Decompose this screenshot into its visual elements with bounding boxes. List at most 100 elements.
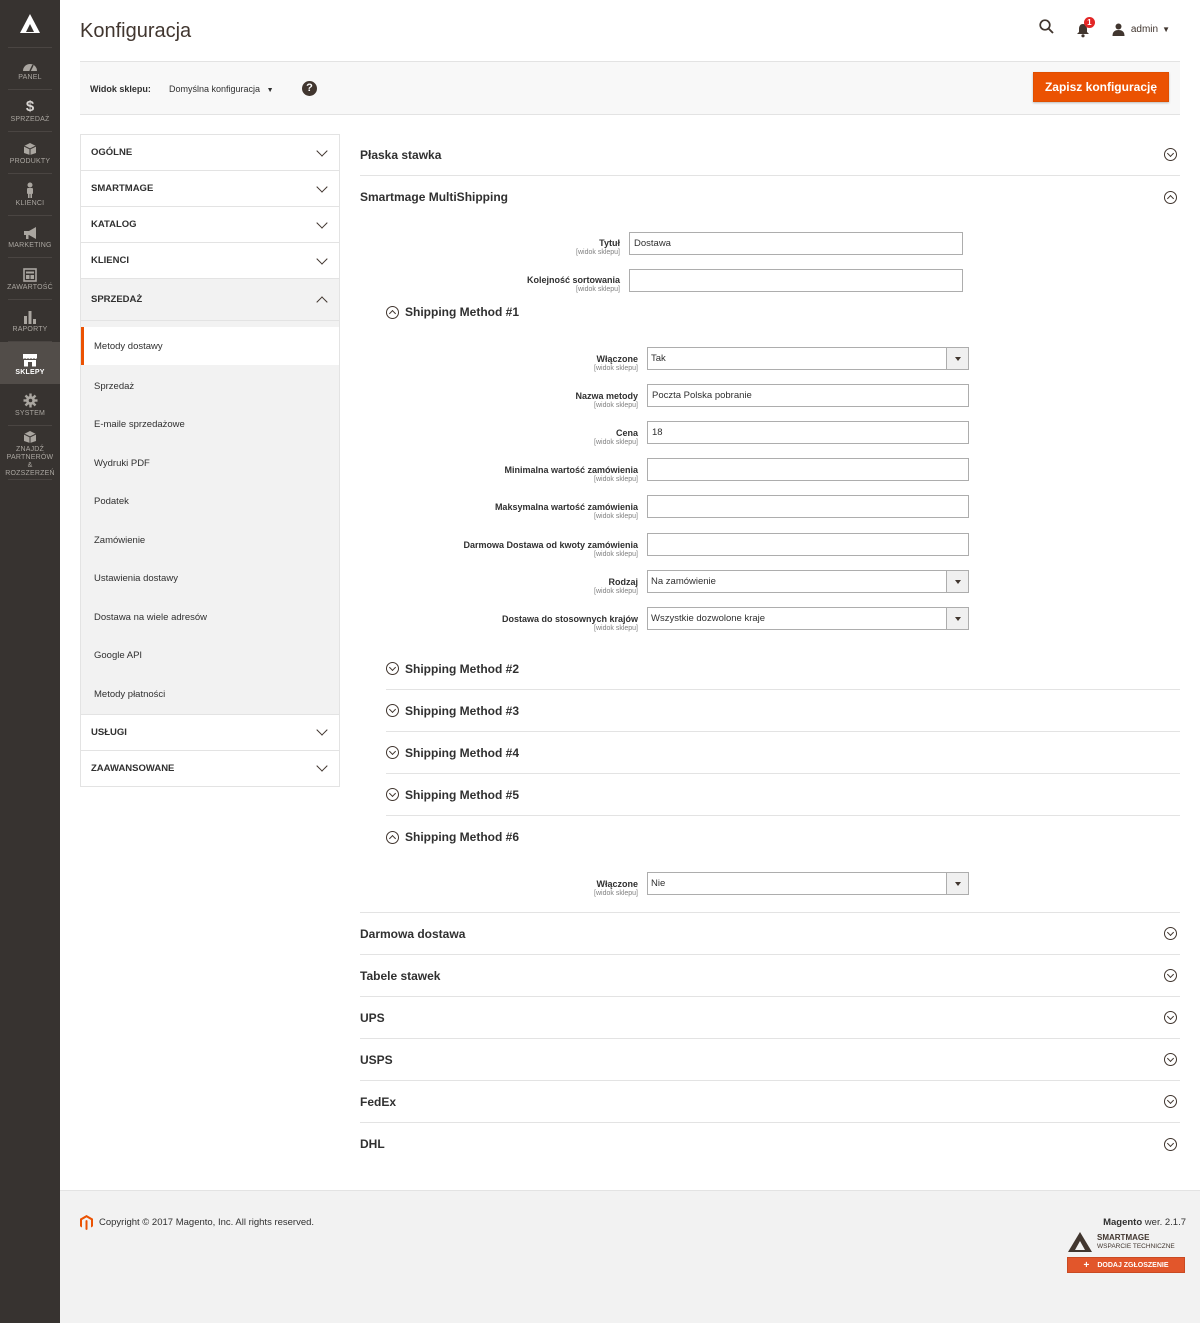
shipping-method-4-header[interactable]: Shipping Method #4 — [386, 732, 1180, 774]
add-ticket-button[interactable]: + DODAJ ZGŁOSZENIE — [1067, 1257, 1185, 1273]
help-icon[interactable]: ? — [302, 81, 317, 96]
version-text: wer. 2.1.7 — [1142, 1217, 1186, 1228]
shipping-method-6-header[interactable]: Shipping Method #6 — [386, 816, 1180, 858]
sidebar-item-stores[interactable]: SKLEPY — [0, 342, 60, 384]
tab-group-advanced[interactable]: ZAAWANSOWANE — [81, 751, 339, 787]
type-select[interactable]: Na zamówienie — [647, 570, 969, 593]
tab-group-label: KATALOG — [91, 219, 137, 230]
sidebar-item-sales[interactable]: $ SPRZEDAŻ — [8, 90, 52, 132]
expand-icon — [1164, 927, 1177, 940]
countries-select[interactable]: Wszystkie dozwolone kraje — [647, 607, 969, 630]
expand-icon — [386, 704, 399, 717]
tab-google-api[interactable]: Google API — [81, 637, 339, 676]
section-table-rates[interactable]: Tabele stawek — [360, 955, 1180, 997]
admin-user-menu[interactable]: admin ▼ — [1112, 23, 1170, 36]
max-order-input[interactable] — [647, 495, 969, 518]
sidebar-item-products[interactable]: PRODUKTY — [8, 132, 52, 174]
section-title: FedEx — [360, 1094, 397, 1109]
sidebar-item-label: SYSTEM — [15, 410, 45, 417]
tab-shipping-methods[interactable]: Metody dostawy — [81, 327, 339, 365]
version-brand: Magento — [1103, 1217, 1143, 1228]
sidebar-item-label: ZNAJDŹ PARTNERÓW & ROZSZERZEŃ — [5, 446, 55, 477]
section-fedex[interactable]: FedEx — [360, 1081, 1180, 1123]
smartmage-support: SMARTMAGE WSPARCIE TECHNICZNE + DODAJ ZG… — [1067, 1231, 1187, 1273]
label-text: Minimalna wartość zamówienia — [504, 465, 638, 475]
sidebar-item-partners[interactable]: ZNAJDŹ PARTNERÓW & ROZSZERZEŃ — [5, 426, 55, 480]
free-shipping-threshold-label: Darmowa Dostawa od kwoty zamówienia [wid… — [400, 540, 638, 559]
tab-group-general[interactable]: OGÓLNE — [81, 135, 339, 171]
store-view-value: Domyślna konfiguracja — [169, 84, 261, 94]
search-icon[interactable] — [1039, 19, 1054, 39]
free-shipping-threshold-input[interactable] — [647, 533, 969, 556]
scope-text: [widok sklepu] — [594, 588, 638, 595]
scope-text: [widok sklepu] — [594, 476, 638, 483]
sidebar-item-marketing[interactable]: MARKETING — [8, 216, 52, 258]
sidebar-item-system[interactable]: SYSTEM — [8, 384, 52, 426]
tab-group-sales[interactable]: SPRZEDAŻ — [81, 279, 339, 321]
min-order-input[interactable] — [647, 458, 969, 481]
shipping-method-2-header[interactable]: Shipping Method #2 — [386, 648, 1180, 690]
tab-sales-emails[interactable]: E-maile sprzedażowe — [81, 406, 339, 445]
shipping-method-3-header[interactable]: Shipping Method #3 — [386, 690, 1180, 732]
shipping-method-5-header[interactable]: Shipping Method #5 — [386, 774, 1180, 816]
plus-icon: + — [1083, 1259, 1090, 1271]
save-config-button[interactable]: Zapisz konfigurację — [1032, 72, 1169, 102]
select-value: Tak — [651, 353, 666, 364]
store-view-switcher[interactable]: Domyślna konfiguracja ▼ — [169, 84, 274, 94]
section-usps[interactable]: USPS — [360, 1039, 1180, 1081]
price-input[interactable]: 18 — [647, 421, 969, 444]
tab-tax[interactable]: Podatek — [81, 483, 339, 522]
shipping-method-1-header[interactable]: Shipping Method #1 — [386, 291, 1180, 333]
sidebar-item-label: SPRZEDAŻ — [10, 116, 50, 123]
tab-group-customers[interactable]: KLIENCI — [81, 243, 339, 279]
enabled-select[interactable]: Tak — [647, 347, 969, 370]
title-field-label: Tytuł [widok sklepu] — [440, 238, 620, 257]
tab-group-services[interactable]: USŁUGI — [81, 715, 339, 751]
tab-payment-methods[interactable]: Metody płatności — [81, 675, 339, 714]
min-order-label: Minimalna wartość zamówienia [widok skle… — [400, 465, 638, 484]
section-flat-rate[interactable]: Płaska stawka — [360, 134, 1180, 176]
tab-group-catalog[interactable]: KATALOG — [81, 207, 339, 243]
sidebar-item-content[interactable]: ZAWARTOŚĆ — [7, 258, 53, 300]
caret-down-icon: ▼ — [266, 87, 274, 94]
admin-sidebar: PANEL $ SPRZEDAŻ PRODUKTY KLIENCI MARKET… — [0, 0, 60, 1323]
scope-text: [widok sklepu] — [594, 625, 638, 632]
layout-icon — [23, 268, 37, 282]
page-footer: Copyright © 2017 Magento, Inc. All right… — [60, 1190, 1200, 1323]
label-text: Dostawa do stosownych krajów — [501, 614, 638, 624]
section-multishipping[interactable]: Smartmage MultiShipping — [360, 176, 1180, 218]
sidebar-item-reports[interactable]: RAPORTY — [8, 300, 52, 342]
notifications-button[interactable]: 1 — [1076, 17, 1095, 38]
label-text: Włączone — [596, 879, 638, 889]
scope-text: [widok sklepu] — [594, 551, 638, 558]
tab-group-smartmage[interactable]: SMARTMAGE — [81, 171, 339, 207]
dollar-icon: $ — [25, 98, 35, 115]
expand-icon — [1164, 1011, 1177, 1024]
sort-order-input[interactable] — [629, 269, 963, 292]
enabled-select-method-6[interactable]: Nie — [647, 872, 969, 895]
method-name-input[interactable]: Poczta Polska pobranie — [647, 384, 969, 407]
label-text: Darmowa Dostawa od kwoty zamówienia — [463, 540, 638, 550]
tab-pdf-printouts[interactable]: Wydruki PDF — [81, 444, 339, 483]
expand-icon — [1164, 1053, 1177, 1066]
chevron-down-icon — [316, 760, 328, 772]
tab-multishipping-settings[interactable]: Dostawa na wiele adresów — [81, 598, 339, 637]
chevron-up-icon — [316, 295, 328, 308]
sidebar-item-panel[interactable]: PANEL — [8, 48, 52, 90]
method-name-label: Nazwa metody [widok sklepu] — [400, 391, 638, 410]
magento-logo[interactable] — [8, 0, 52, 48]
section-free-shipping[interactable]: Darmowa dostawa — [360, 913, 1180, 955]
expand-icon — [386, 746, 399, 759]
tab-group-label: KLIENCI — [91, 255, 129, 266]
logo-icon — [20, 13, 40, 33]
tab-checkout[interactable]: Zamówienie — [81, 521, 339, 560]
sidebar-item-customers[interactable]: KLIENCI — [8, 174, 52, 216]
tab-shipping-settings[interactable]: Ustawienia dostawy — [81, 560, 339, 599]
title-input[interactable]: Dostawa — [629, 232, 963, 255]
label-text: Cena — [615, 428, 638, 438]
section-dhl[interactable]: DHL — [360, 1123, 1180, 1165]
copyright-text: Copyright © 2017 Magento, Inc. All right… — [99, 1217, 315, 1228]
section-ups[interactable]: UPS — [360, 997, 1180, 1039]
tab-sales[interactable]: Sprzedaż — [81, 367, 339, 406]
chevron-down-icon — [316, 216, 328, 229]
